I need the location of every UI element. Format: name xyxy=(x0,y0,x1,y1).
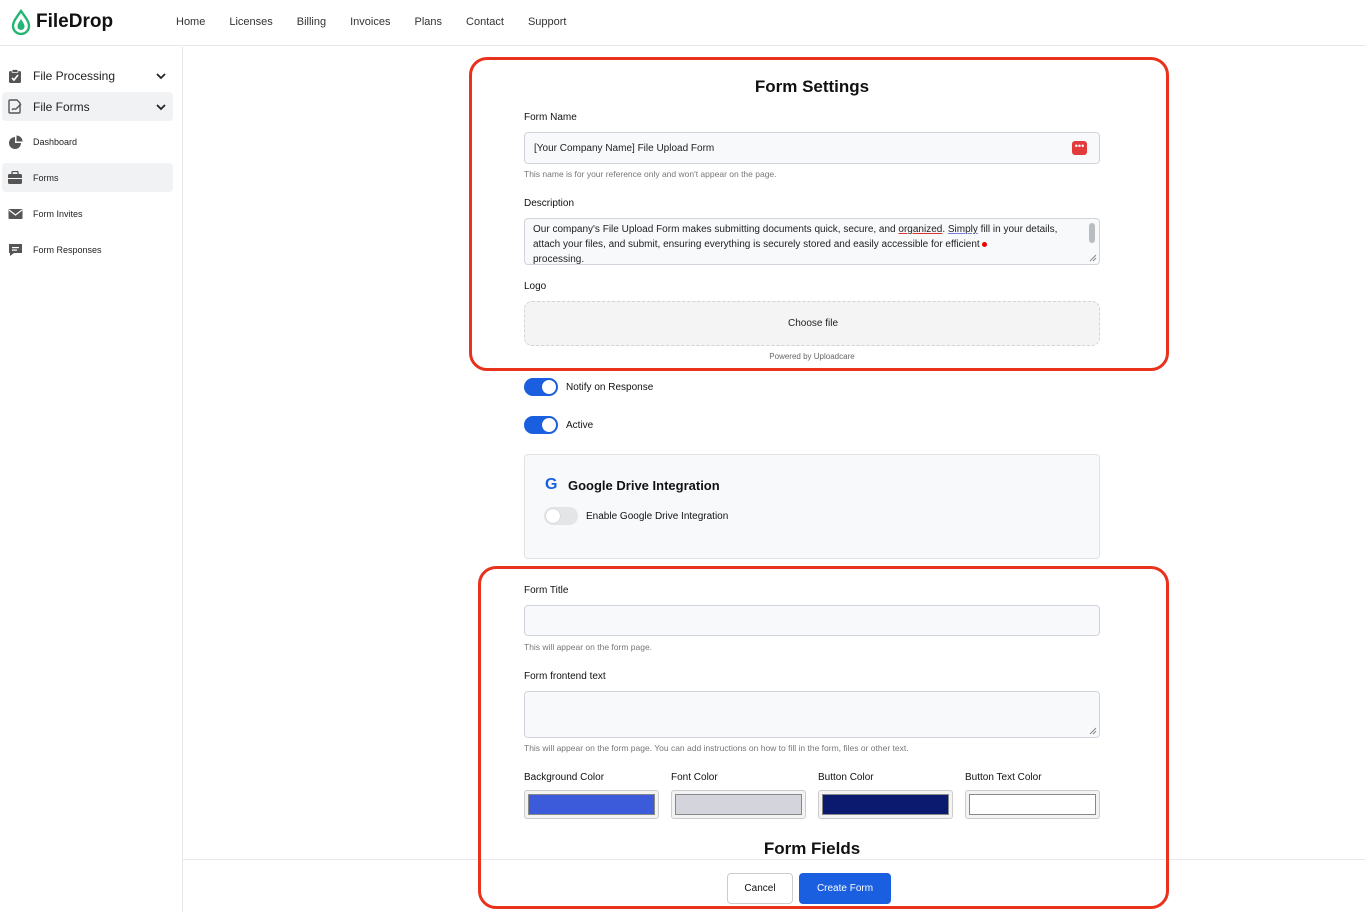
top-navbar: FileDrop Home Licenses Billing Invoices … xyxy=(0,0,1365,46)
button-text-color-field: Button Text Color xyxy=(965,772,1112,819)
sidebar-item-label: File Processing xyxy=(33,69,116,83)
google-drive-toggle-label: Enable Google Drive Integration xyxy=(586,510,729,522)
background-color-picker[interactable] xyxy=(524,790,659,819)
nav-contact[interactable]: Contact xyxy=(466,16,504,28)
form-footer: Cancel Create Form xyxy=(183,859,1365,912)
sidebar-item-label: Form Responses xyxy=(33,245,102,255)
pie-chart-icon xyxy=(7,134,23,150)
button-text-color-label: Button Text Color xyxy=(965,772,1042,783)
nav-plans[interactable]: Plans xyxy=(414,16,442,28)
app-logo[interactable]: FileDrop xyxy=(10,9,113,35)
cancel-button[interactable]: Cancel xyxy=(727,873,793,904)
chevron-down-icon[interactable] xyxy=(155,70,167,82)
button-color-swatch xyxy=(822,794,949,815)
nav-support[interactable]: Support xyxy=(528,16,567,28)
google-drive-toggle[interactable] xyxy=(544,507,578,525)
font-color-swatch xyxy=(675,794,802,815)
sidebar-item-dashboard[interactable]: Dashboard xyxy=(2,129,173,155)
active-row: Active xyxy=(524,416,593,434)
form-fields-title: Form Fields xyxy=(763,839,861,858)
textarea-scrollbar[interactable] xyxy=(1089,223,1095,243)
sidebar-item-label: Forms xyxy=(33,172,59,183)
clipboard-check-icon xyxy=(7,68,23,84)
grammar-dot-icon xyxy=(981,241,987,247)
active-label: Active xyxy=(566,419,594,431)
background-color-label: Background Color xyxy=(524,772,605,783)
form-settings-title: Form Settings xyxy=(754,77,870,96)
button-text-color-swatch xyxy=(969,794,1096,815)
comment-icon xyxy=(7,242,23,258)
button-text-color-picker[interactable] xyxy=(965,790,1100,819)
nav-home[interactable]: Home xyxy=(176,16,205,28)
google-drive-toggle-row: Enable Google Drive Integration xyxy=(544,507,728,525)
app-name: FileDrop xyxy=(36,11,114,32)
resize-handle-icon[interactable] xyxy=(1089,727,1097,735)
button-color-picker[interactable] xyxy=(818,790,953,819)
background-color-field: Background Color xyxy=(524,772,671,819)
top-nav-links: Home Licenses Billing Invoices Plans Con… xyxy=(176,16,590,28)
logo-label: Logo xyxy=(524,281,547,292)
google-drive-card: G Google Drive Integration Enable Google… xyxy=(524,454,1100,559)
nav-licenses[interactable]: Licenses xyxy=(229,16,272,28)
powered-by-text: Powered by Uploadcare xyxy=(769,352,855,361)
frontend-text-help: This will appear on the form page. You c… xyxy=(524,743,909,753)
font-color-field: Font Color xyxy=(671,772,818,819)
choose-file-button[interactable]: Choose file xyxy=(525,318,1101,329)
background-color-swatch xyxy=(528,794,655,815)
form-title-help: This will appear on the form page. xyxy=(524,642,653,652)
sidebar-item-file-processing[interactable]: File Processing xyxy=(2,63,173,89)
sidebar-item-forms[interactable]: Forms xyxy=(2,163,173,192)
sidebar-item-form-invites[interactable]: Form Invites xyxy=(2,201,173,227)
button-color-field: Button Color xyxy=(818,772,965,819)
chevron-down-icon[interactable] xyxy=(155,101,167,113)
briefcase-icon xyxy=(7,170,23,186)
google-icon: G xyxy=(545,476,558,493)
filedrop-logo-icon xyxy=(11,9,31,35)
font-color-picker[interactable] xyxy=(671,790,806,819)
form-name-input[interactable]: [Your Company Name] File Upload Form ••• xyxy=(524,132,1100,164)
sidebar: File Processing File Forms Dashboard For… xyxy=(0,47,183,912)
google-drive-title: Google Drive Integration xyxy=(568,477,720,493)
notify-on-response-toggle[interactable] xyxy=(524,378,558,396)
password-manager-icon[interactable]: ••• xyxy=(1072,141,1087,155)
color-pickers: Background Color Font Color Button Color… xyxy=(524,772,1112,819)
active-toggle[interactable] xyxy=(524,416,558,434)
resize-handle-icon[interactable] xyxy=(1089,254,1097,262)
form-title-input[interactable] xyxy=(524,605,1100,636)
sidebar-item-form-responses[interactable]: Form Responses xyxy=(2,237,173,263)
form-title-label: Form Title xyxy=(524,585,569,596)
frontend-text-label: Form frontend text xyxy=(524,671,606,682)
sidebar-item-file-forms[interactable]: File Forms xyxy=(2,92,173,121)
form-name-label: Form Name xyxy=(524,112,577,123)
sidebar-item-label: Dashboard xyxy=(33,137,78,147)
form-name-value: [Your Company Name] File Upload Form xyxy=(534,143,715,154)
description-text: Our company's File Upload Form makes sub… xyxy=(533,224,1058,265)
envelope-icon xyxy=(7,206,23,222)
sidebar-item-label: File Forms xyxy=(33,99,90,114)
description-label: Description xyxy=(524,198,575,209)
file-signature-icon xyxy=(7,99,23,115)
nav-billing[interactable]: Billing xyxy=(297,16,326,28)
nav-invoices[interactable]: Invoices xyxy=(350,16,390,28)
frontend-text-textarea[interactable] xyxy=(524,691,1100,738)
form-name-help: This name is for your reference only and… xyxy=(524,169,777,179)
description-textarea[interactable]: Our company's File Upload Form makes sub… xyxy=(524,218,1100,265)
button-color-label: Button Color xyxy=(818,772,874,783)
font-color-label: Font Color xyxy=(671,772,718,783)
sidebar-item-label: Form Invites xyxy=(33,209,83,219)
notify-on-response-row: Notify on Response xyxy=(524,378,653,396)
google-drive-title-row: G Google Drive Integration xyxy=(545,476,720,494)
notify-on-response-label: Notify on Response xyxy=(566,381,654,393)
create-form-button[interactable]: Create Form xyxy=(799,873,891,904)
logo-upload-dropzone[interactable]: Choose file xyxy=(524,301,1100,346)
